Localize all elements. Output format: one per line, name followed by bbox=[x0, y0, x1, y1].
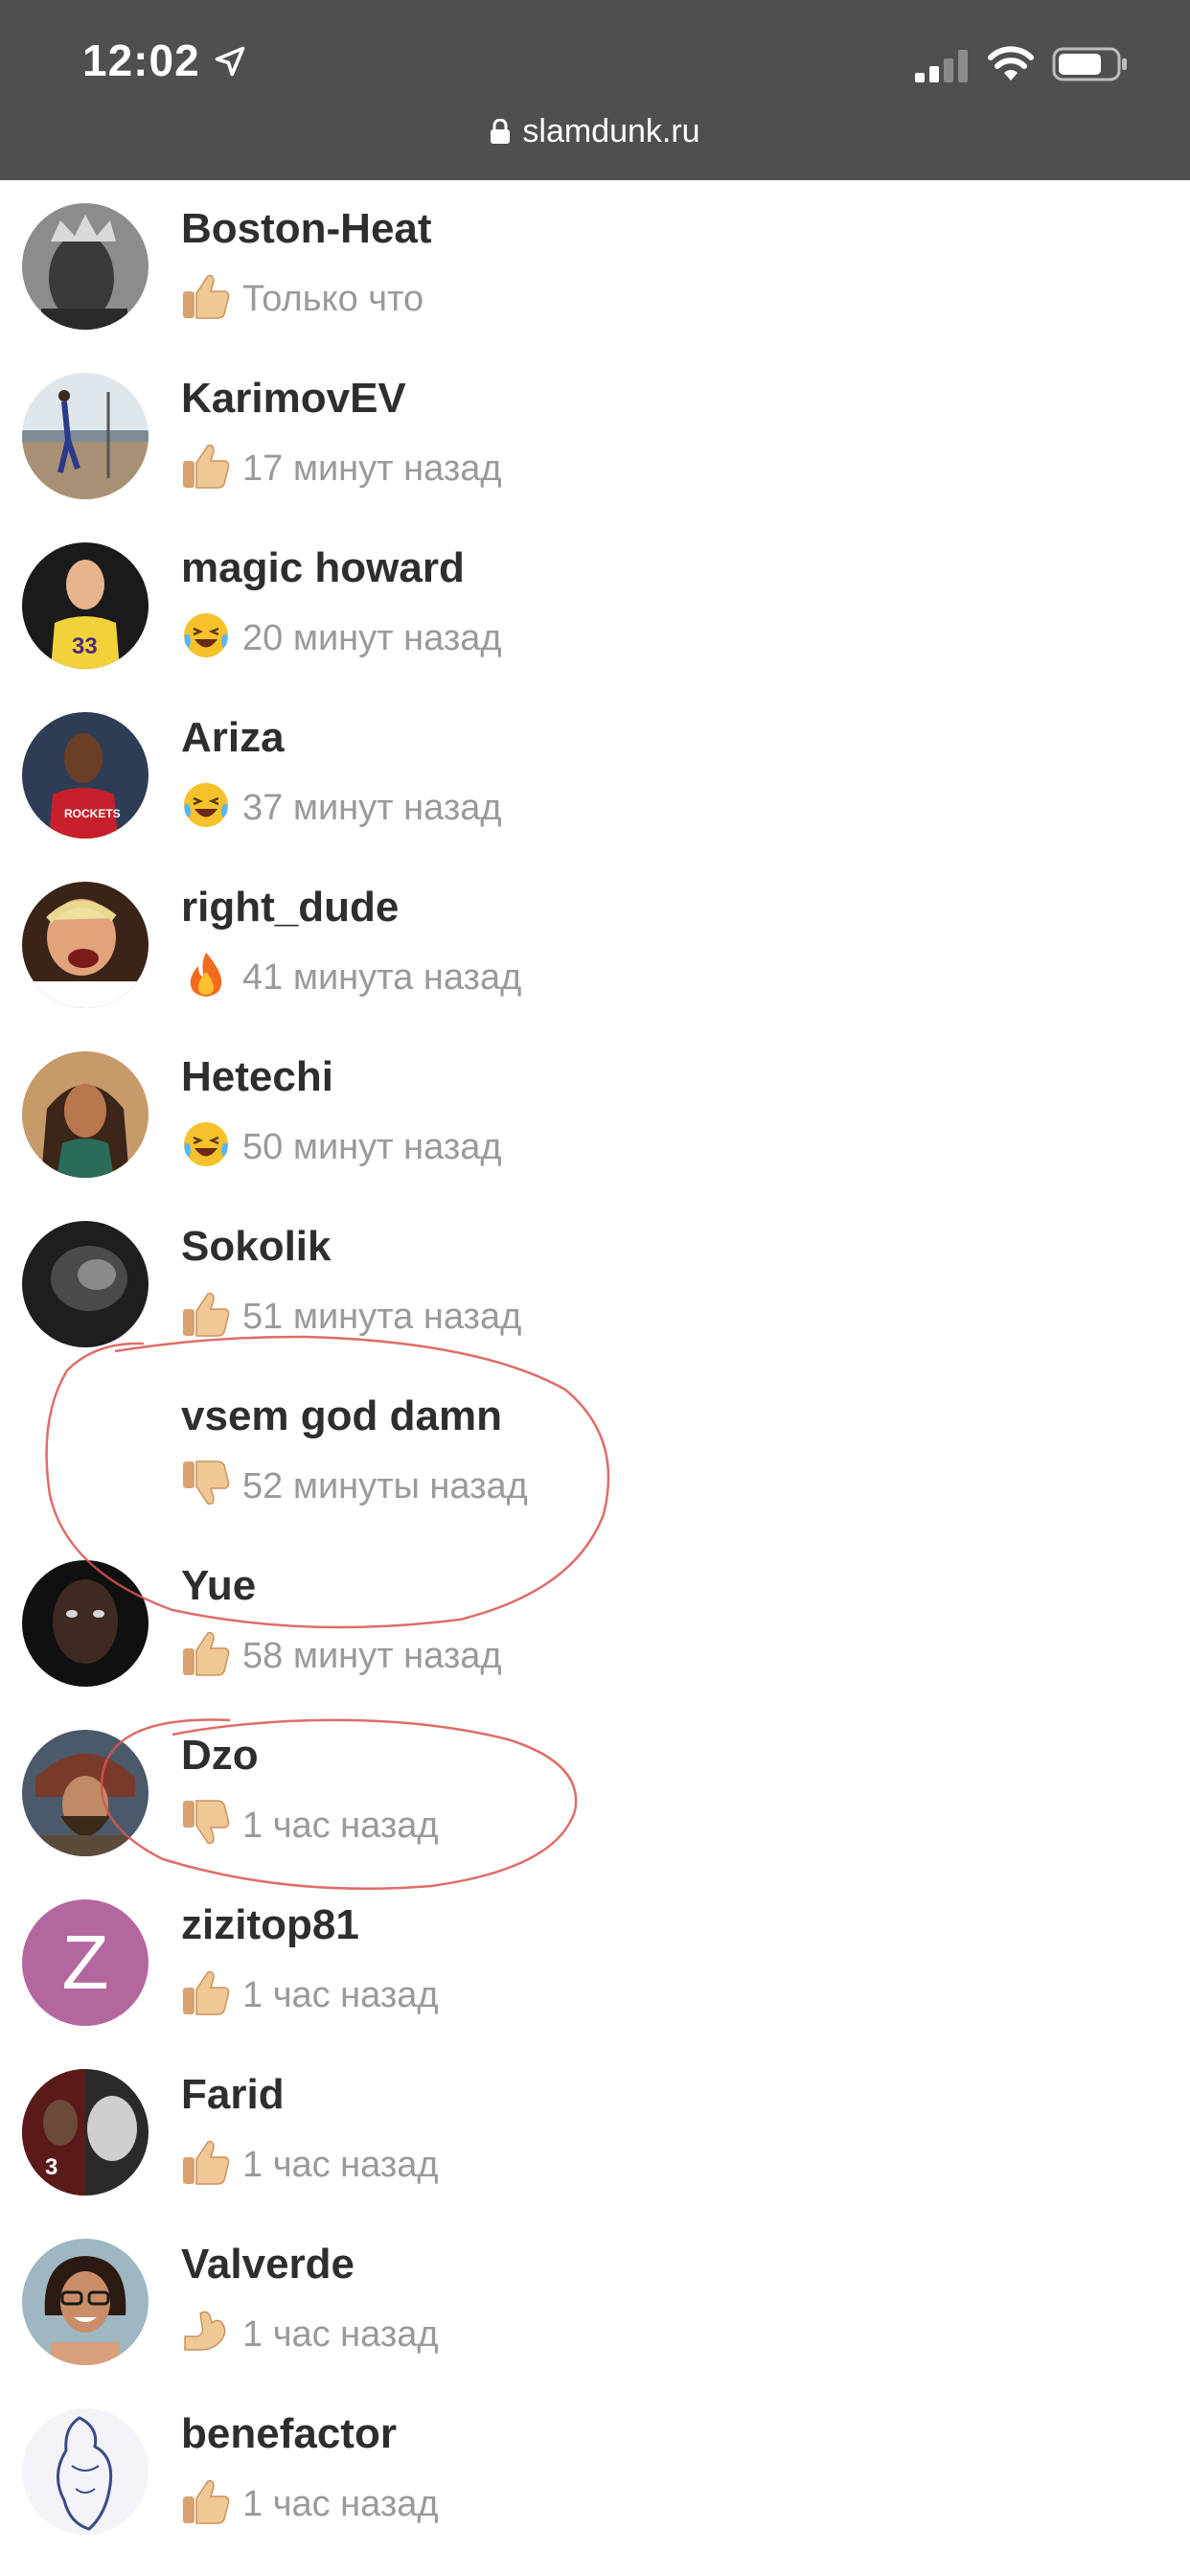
list-item[interactable]: ROCKETS Ariza 37 минут назад bbox=[0, 689, 1190, 859]
reaction-info: 20 минут назад bbox=[181, 611, 502, 659]
address-bar[interactable]: slamdunk.ru bbox=[0, 113, 1190, 150]
signal-icon bbox=[915, 50, 968, 82]
list-item[interactable]: Z zizitop81 1 час назад bbox=[0, 1876, 1190, 2046]
reaction-time: 1 час назад bbox=[242, 1975, 439, 2015]
reaction-time: Только что bbox=[242, 279, 424, 319]
username[interactable]: magic howard bbox=[181, 544, 465, 592]
reaction-info: 50 минут назад bbox=[181, 1120, 502, 1168]
avatar[interactable] bbox=[22, 1391, 149, 1517]
list-item[interactable]: Sokolik 51 минута назад bbox=[0, 1198, 1190, 1368]
svg-text:ROCKETS: ROCKETS bbox=[64, 807, 121, 820]
list-item[interactable]: vsem god damn 52 минуты назад bbox=[0, 1368, 1190, 1537]
reaction-time: 41 минута назад bbox=[242, 957, 522, 998]
reaction-info: 1 час назад bbox=[181, 2308, 439, 2356]
status-bar: 12:02 slamdunk.ru bbox=[0, 0, 1190, 180]
thumbs-up-icon bbox=[183, 2140, 230, 2185]
list-item[interactable]: Yue 58 минут назад bbox=[0, 1537, 1190, 1707]
battery-icon bbox=[1052, 47, 1127, 81]
list-item[interactable]: right_dude 41 минута назад bbox=[0, 859, 1190, 1028]
list-item[interactable]: KarimovEV 17 минут назад bbox=[0, 350, 1190, 519]
reaction-info: 1 час назад bbox=[181, 2138, 439, 2186]
svg-text:33: 33 bbox=[72, 633, 98, 659]
thumbs-up-icon bbox=[183, 1292, 230, 1337]
laughing-face-icon bbox=[184, 1122, 228, 1166]
username[interactable]: Farid bbox=[181, 2071, 285, 2119]
username[interactable]: Boston-Heat bbox=[181, 205, 432, 253]
list-item[interactable]: 33 magic howard 20 минут назад bbox=[0, 519, 1190, 689]
avatar[interactable] bbox=[22, 882, 149, 1008]
avatar[interactable] bbox=[22, 2239, 149, 2365]
avatar[interactable]: 33 bbox=[22, 542, 149, 669]
avatar[interactable] bbox=[22, 1730, 149, 1856]
avatar[interactable] bbox=[22, 2408, 149, 2535]
reaction-time: 1 час назад bbox=[242, 2314, 439, 2355]
thumbs-up-icon bbox=[183, 274, 230, 319]
reaction-info: 41 минута назад bbox=[181, 951, 521, 999]
list-item[interactable]: 3 Farid 1 час назад bbox=[0, 2046, 1190, 2216]
avatar[interactable] bbox=[22, 1051, 149, 1178]
username[interactable]: benefactor bbox=[181, 2410, 397, 2458]
lock-icon bbox=[491, 119, 511, 144]
username[interactable]: Hetechi bbox=[181, 1053, 333, 1101]
reaction-time: 1 час назад bbox=[242, 2145, 439, 2185]
avatar[interactable] bbox=[22, 1221, 149, 1347]
laughing-face-icon bbox=[184, 613, 228, 657]
reaction-time: 17 минут назад bbox=[242, 448, 502, 489]
thumbs-up-icon bbox=[183, 1970, 230, 2015]
fire-icon bbox=[190, 953, 222, 997]
list-item[interactable]: Valverde 1 час назад bbox=[0, 2216, 1190, 2385]
username[interactable]: Dzo bbox=[181, 1732, 259, 1780]
reaction-info: 58 минут назад bbox=[181, 1629, 502, 1677]
wifi-icon bbox=[988, 46, 1034, 80]
list-item[interactable]: Dzo 1 час назад bbox=[0, 1707, 1190, 1876]
username[interactable]: Valverde bbox=[181, 2241, 355, 2288]
laughing-face-icon bbox=[184, 783, 228, 827]
avatar[interactable]: 3 bbox=[22, 2069, 149, 2196]
reaction-info: Только что bbox=[181, 272, 423, 320]
list-item[interactable]: Boston-Heat Только что bbox=[0, 180, 1190, 350]
reaction-info: 1 час назад bbox=[181, 2477, 439, 2525]
username[interactable]: KarimovEV bbox=[181, 375, 406, 423]
reaction-time: 51 минута назад bbox=[242, 1297, 522, 1337]
username[interactable]: Sokolik bbox=[181, 1223, 332, 1271]
reaction-info: 1 час назад bbox=[181, 1799, 439, 1847]
avatar[interactable]: Z bbox=[22, 1899, 149, 2026]
username[interactable]: right_dude bbox=[181, 884, 399, 932]
reaction-time: 1 час назад bbox=[242, 1806, 439, 1846]
thumbs-down-icon bbox=[183, 1800, 230, 1845]
avatar[interactable] bbox=[22, 1560, 149, 1687]
flexed-biceps-icon bbox=[184, 2311, 226, 2351]
url-text: slamdunk.ru bbox=[522, 113, 700, 150]
avatar[interactable] bbox=[22, 203, 149, 330]
thumbs-down-icon bbox=[183, 1460, 230, 1506]
reaction-info: 17 минут назад bbox=[181, 442, 502, 490]
clock: 12:02 bbox=[82, 35, 200, 85]
reaction-time: 20 минут назад bbox=[242, 618, 502, 658]
location-arrow-icon bbox=[215, 46, 245, 77]
reaction-time: 52 минуты назад bbox=[242, 1466, 528, 1506]
username[interactable]: zizitop81 bbox=[181, 1901, 359, 1949]
reaction-info: 37 минут назад bbox=[181, 781, 502, 829]
reaction-time: 37 минут назад bbox=[242, 788, 502, 828]
thumbs-up-icon bbox=[183, 444, 230, 489]
list-item[interactable]: benefactor 1 час назад bbox=[0, 2385, 1190, 2555]
reaction-info: 51 минута назад bbox=[181, 1290, 521, 1338]
reaction-info: 1 час назад bbox=[181, 1968, 439, 2016]
reaction-info: 52 минуты назад bbox=[181, 1460, 528, 1507]
reaction-time: 58 минут назад bbox=[242, 1636, 502, 1676]
username[interactable]: Yue bbox=[181, 1562, 256, 1610]
svg-text:3: 3 bbox=[45, 2154, 57, 2180]
reaction-time: 1 час назад bbox=[242, 2484, 439, 2524]
thumbs-up-icon bbox=[183, 2479, 230, 2524]
list-item[interactable]: Hetechi 50 минут назад bbox=[0, 1028, 1190, 1198]
username[interactable]: vsem god damn bbox=[181, 1392, 502, 1440]
thumbs-up-icon bbox=[183, 1631, 230, 1676]
avatar[interactable] bbox=[22, 373, 149, 499]
avatar[interactable]: ROCKETS bbox=[22, 712, 149, 839]
reaction-time: 50 минут назад bbox=[242, 1127, 502, 1167]
username[interactable]: Ariza bbox=[181, 714, 285, 762]
